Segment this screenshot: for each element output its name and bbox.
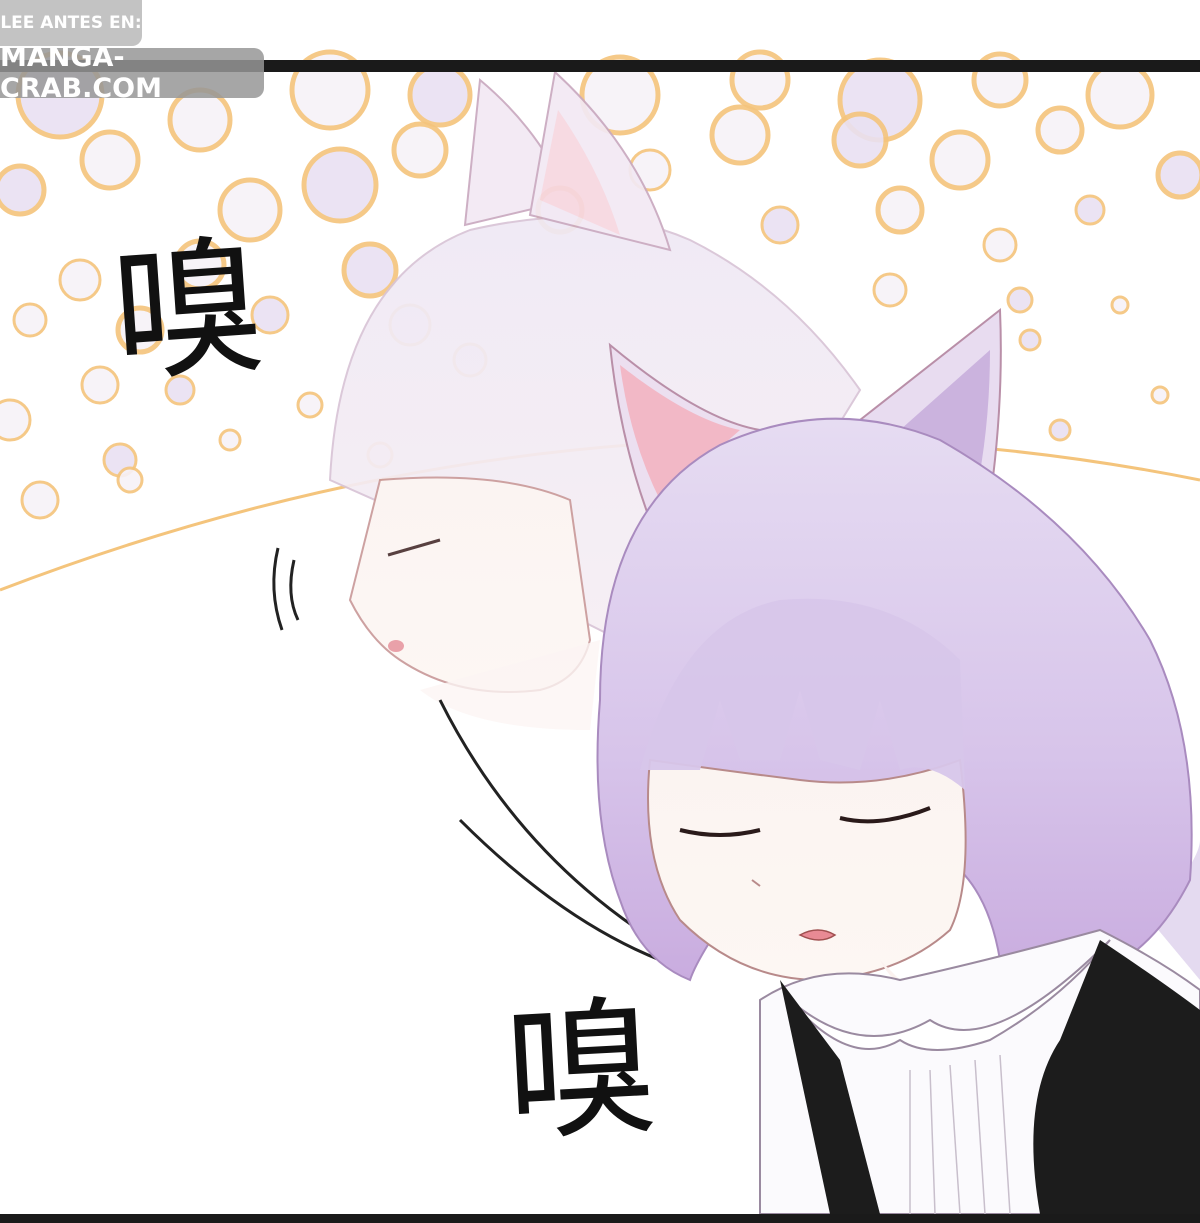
bokeh-bubble — [760, 205, 800, 245]
bokeh-bubble — [1074, 194, 1106, 226]
bokeh-bubble — [1035, 105, 1085, 155]
bokeh-bubble — [1155, 150, 1200, 200]
bokeh-bubble — [341, 241, 399, 299]
bokeh-bubble — [1110, 295, 1130, 315]
sound-effect-sniff-bottom: 嗅 — [501, 981, 661, 1163]
bokeh-bubble — [301, 146, 379, 224]
bokeh-bubble — [709, 104, 771, 166]
bokeh-bubble — [407, 62, 473, 128]
front-character — [596, 308, 1200, 1215]
bokeh-bubble — [58, 258, 102, 302]
bokeh-bubble — [831, 111, 889, 169]
bokeh-bubble — [12, 302, 48, 338]
bokeh-bubble — [1018, 328, 1042, 352]
sound-effect-sniff-top: 嗅 — [107, 219, 269, 404]
panel-border-bottom — [0, 1214, 1200, 1223]
bokeh-bubble — [391, 121, 449, 179]
manga-panel: 嗅 嗅 LEE ANTES EN: MANGA-CRAB.COM — [0, 0, 1200, 1223]
bokeh-bubble — [875, 185, 925, 235]
bokeh-bubble — [218, 428, 242, 452]
bokeh-bubble — [0, 163, 47, 217]
bokeh-bubble — [296, 391, 324, 419]
bokeh-bubble — [1085, 60, 1155, 130]
bokeh-bubble — [20, 480, 60, 520]
watermark-site[interactable]: MANGA-CRAB.COM — [0, 42, 264, 104]
bokeh-bubble — [1150, 385, 1170, 405]
watermark-label: LEE ANTES EN: — [0, 0, 142, 46]
bokeh-bubble — [1048, 418, 1072, 442]
bokeh-bubble — [872, 272, 908, 308]
bokeh-bubble — [982, 227, 1018, 263]
bokeh-bubble — [116, 466, 144, 494]
bokeh-bubble — [79, 129, 141, 191]
bokeh-bubble — [1006, 286, 1034, 314]
bokeh-bubble — [0, 398, 32, 442]
bokeh-bubble — [80, 365, 120, 405]
bokeh-bubble — [929, 129, 991, 191]
